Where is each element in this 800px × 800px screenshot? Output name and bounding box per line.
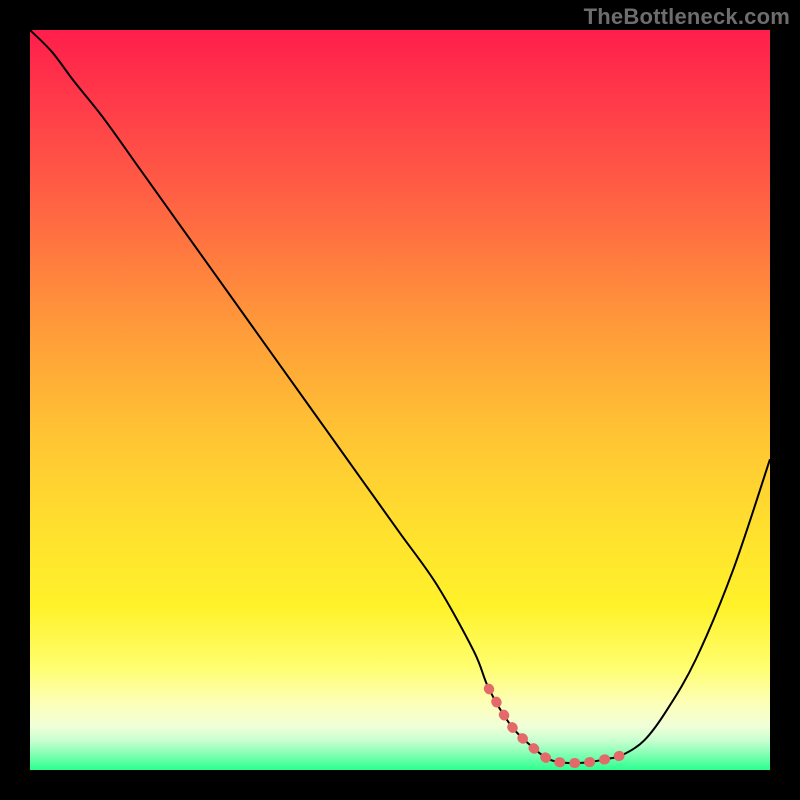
chart-frame: TheBottleneck.com: [0, 0, 800, 800]
plot-area: [30, 30, 770, 770]
watermark-label: TheBottleneck.com: [584, 4, 790, 30]
optimal-range-marker: [489, 689, 622, 763]
highlight-layer: [30, 30, 770, 770]
